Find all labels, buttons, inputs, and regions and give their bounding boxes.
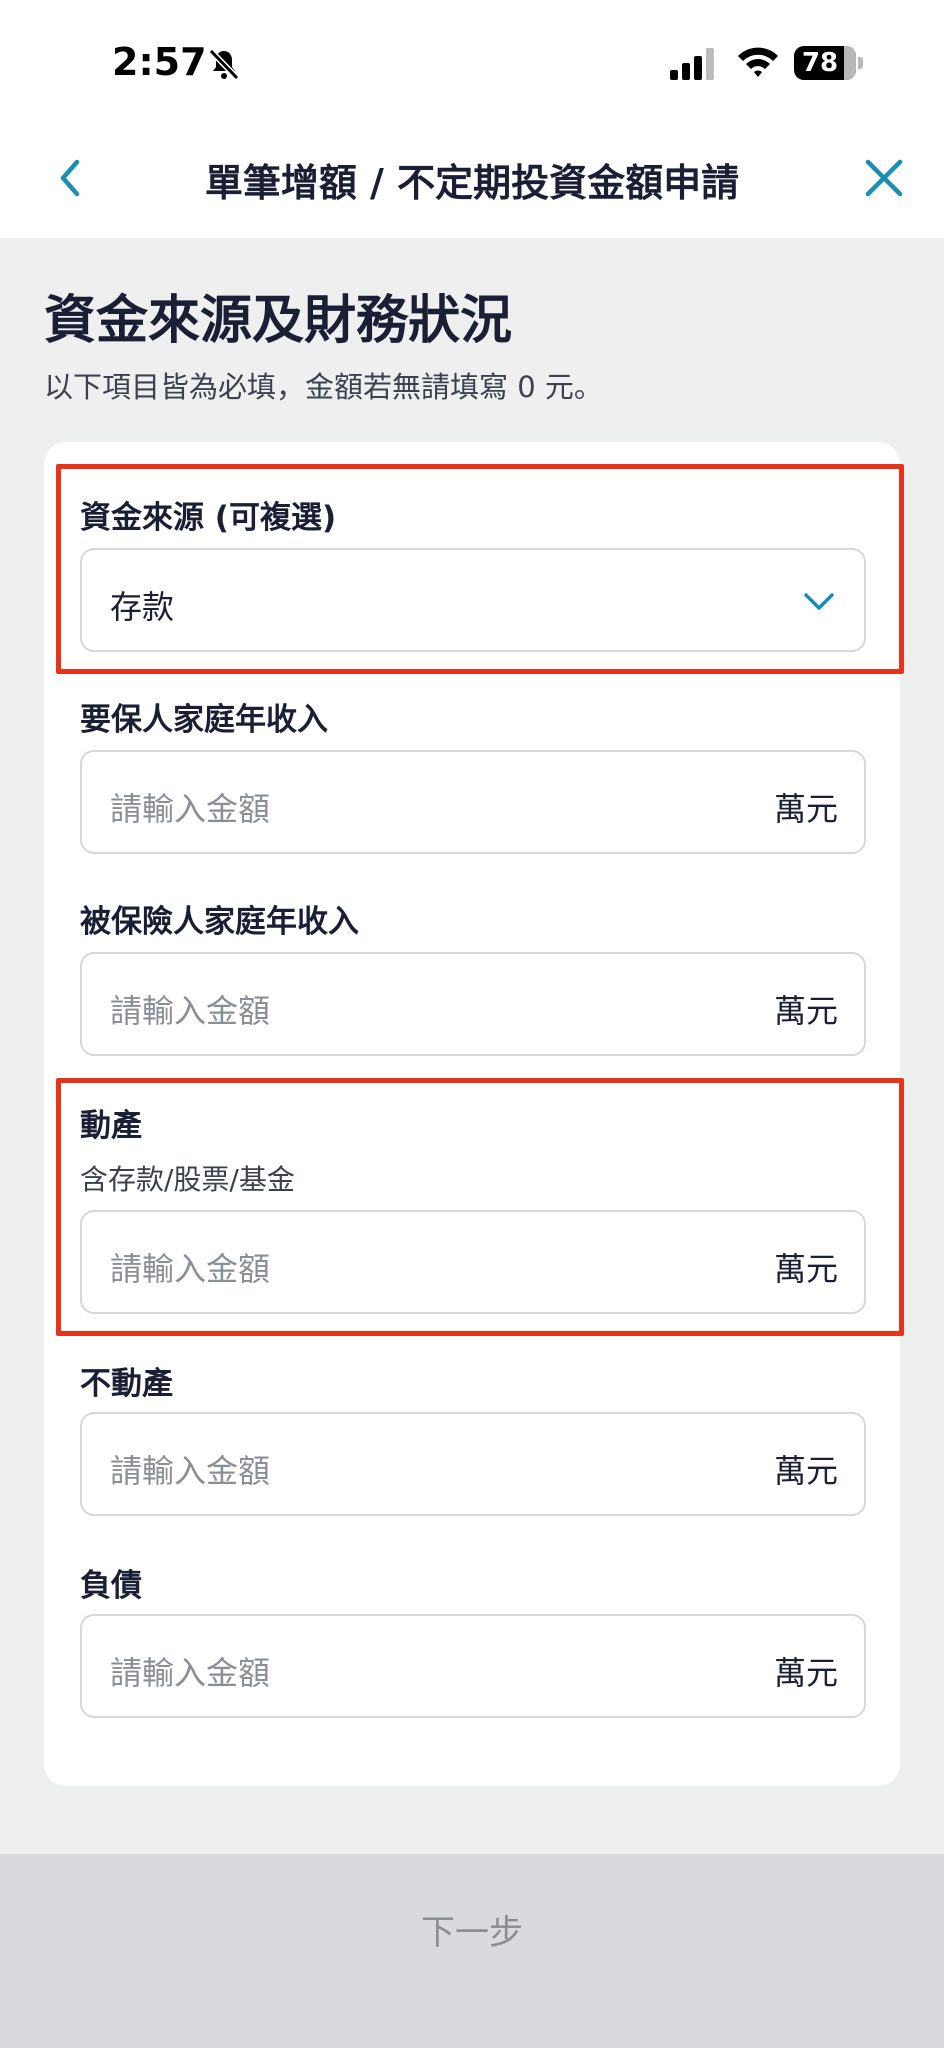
real-estate-label: 不動產 xyxy=(80,1366,173,1402)
close-button[interactable] xyxy=(854,148,914,208)
app-header: 單筆增額 / 不定期投資金額申請 xyxy=(0,118,944,238)
real-estate-unit: 萬元 xyxy=(773,1452,838,1490)
page-title: 單筆增額 / 不定期投資金額申請 xyxy=(204,161,740,205)
applicant-income-label: 要保人家庭年收入 xyxy=(80,702,328,738)
back-button[interactable] xyxy=(40,148,100,208)
battery-icon: 78 xyxy=(794,46,864,80)
liabilities-label: 負債 xyxy=(80,1568,142,1604)
status-bar: 2:57 78 xyxy=(0,0,944,118)
insured-income-unit: 萬元 xyxy=(773,992,838,1030)
cellular-signal-icon xyxy=(670,48,714,80)
liabilities-input[interactable]: 請輸入金額 萬元 xyxy=(80,1614,866,1718)
highlight-box-funding-source xyxy=(56,464,904,674)
bell-muted-icon xyxy=(208,48,240,81)
real-estate-placeholder: 請輸入金額 xyxy=(110,1452,271,1490)
liabilities-placeholder: 請輸入金額 xyxy=(110,1654,271,1692)
next-step-button[interactable]: 下一步 xyxy=(0,1854,944,2004)
highlight-box-movable-property xyxy=(56,1078,904,1336)
battery-percent: 78 xyxy=(801,48,839,78)
close-icon xyxy=(865,159,903,197)
real-estate-input[interactable]: 請輸入金額 萬元 xyxy=(80,1412,866,1516)
section-title: 資金來源及財務狀況 xyxy=(44,291,513,351)
chevron-left-icon xyxy=(60,159,80,197)
section-subtitle: 以下項目皆為必填，金額若無請填寫 0 元。 xyxy=(44,370,603,404)
applicant-income-unit: 萬元 xyxy=(773,790,838,828)
applicant-income-input[interactable]: 請輸入金額 萬元 xyxy=(80,750,866,854)
insured-income-input[interactable]: 請輸入金額 萬元 xyxy=(80,952,866,1056)
page: 2:57 78 單筆增額 / 不定期投資金額申請 資金來源及財務狀況 以下項目皆… xyxy=(0,0,944,2048)
liabilities-unit: 萬元 xyxy=(773,1654,838,1692)
status-time: 2:57 xyxy=(112,40,207,84)
footer-bar: 下一步 xyxy=(0,1854,944,2048)
insured-income-placeholder: 請輸入金額 xyxy=(110,992,271,1030)
applicant-income-placeholder: 請輸入金額 xyxy=(110,790,271,828)
wifi-icon xyxy=(738,47,778,77)
insured-income-label: 被保險人家庭年收入 xyxy=(80,904,359,940)
